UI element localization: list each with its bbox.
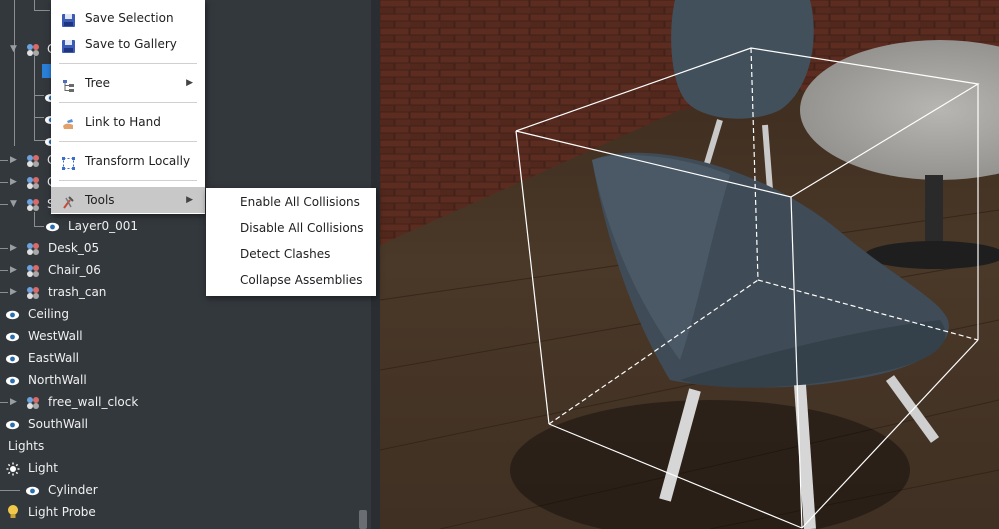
cluster-icon	[26, 197, 40, 211]
eye-icon	[5, 329, 19, 343]
expand-arrow-icon[interactable]: ▼	[10, 193, 20, 215]
tree-row[interactable]: SouthWall	[0, 413, 360, 435]
tree-item-label: Light	[28, 461, 58, 475]
floppy-icon	[61, 37, 76, 53]
menu-item-label: Save to Gallery	[85, 37, 177, 51]
tree-item-label: Chair_06	[48, 263, 101, 277]
submenu-item-detect-clashes[interactable]: Detect Clashes	[206, 241, 376, 267]
tree-connector	[34, 10, 50, 11]
eye-icon	[5, 307, 19, 321]
menu-item-tools[interactable]: Tools ▶	[51, 187, 205, 213]
tree-row[interactable]: EastWall	[0, 347, 360, 369]
tools-icon	[61, 193, 76, 209]
tree-scrollbar-thumb[interactable]	[359, 510, 367, 529]
context-menu: Save Selection Save to Gallery Tree ▶ Li…	[51, 0, 205, 214]
submenu-arrow-icon: ▶	[186, 78, 193, 88]
transform-icon	[61, 154, 76, 170]
menu-item-label: Disable All Collisions	[240, 221, 364, 235]
menu-item-label: Transform Locally	[85, 154, 191, 168]
tree-row[interactable]: Light	[0, 457, 360, 479]
cluster-icon	[26, 153, 40, 167]
menu-item-save-to-gallery[interactable]: Save to Gallery	[51, 31, 205, 57]
menu-item-save-selection[interactable]: Save Selection	[51, 5, 205, 31]
menu-item-label: Link to Hand	[85, 115, 161, 129]
menu-item-label: Tools	[85, 193, 115, 207]
cluster-icon	[26, 395, 40, 409]
expand-arrow-icon[interactable]: ▶	[10, 171, 20, 193]
expand-arrow-icon[interactable]: ▶	[10, 281, 20, 303]
bulb-icon	[6, 504, 20, 518]
scene-render	[380, 0, 999, 529]
submenu-arrow-icon: ▶	[186, 195, 193, 205]
tree-item-label: trash_can	[48, 285, 107, 299]
menu-separator	[59, 63, 197, 64]
eye-icon	[5, 417, 19, 431]
eye-icon	[5, 351, 19, 365]
sun-icon	[6, 461, 20, 476]
tree-row[interactable]: Light Probe	[0, 501, 360, 523]
menu-separator	[59, 102, 197, 103]
tree-row[interactable]: WestWall	[0, 325, 360, 347]
tree-group-label: Lights	[8, 439, 45, 453]
tree-item-label: WestWall	[28, 329, 83, 343]
floppy-icon	[61, 11, 76, 27]
menu-separator	[59, 180, 197, 181]
eye-icon	[5, 373, 19, 387]
tree-item-label: free_wall_clock	[48, 395, 139, 409]
tree-item-label: Cylinder	[48, 483, 98, 497]
expand-arrow-icon[interactable]: ▶	[10, 237, 20, 259]
tree-row[interactable]: Ceiling	[0, 303, 360, 325]
menu-item-label: Tree	[85, 76, 111, 90]
tree-icon	[61, 76, 76, 92]
cluster-icon	[26, 175, 40, 189]
tree-item-label: NorthWall	[28, 373, 87, 387]
tree-row[interactable]: NorthWall	[0, 369, 360, 391]
expand-arrow-icon[interactable]: ▶	[10, 391, 20, 413]
menu-item-label: Save Selection	[85, 11, 174, 25]
tree-item-label: Desk_05	[48, 241, 100, 255]
tree-group-header[interactable]: Lights	[0, 435, 360, 457]
3d-viewport[interactable]	[380, 0, 999, 529]
menu-item-transform-locally[interactable]: Transform Locally	[51, 148, 205, 174]
menu-separator	[59, 141, 197, 142]
cluster-icon	[26, 263, 40, 277]
cluster-icon	[26, 241, 40, 255]
tree-item-label: SouthWall	[28, 417, 88, 431]
tree-item-label: Layer0_001	[68, 219, 138, 233]
submenu-item-collapse-assemblies[interactable]: Collapse Assemblies	[206, 267, 376, 293]
expand-arrow-icon[interactable]: ▶	[10, 259, 20, 281]
tools-submenu: Enable All Collisions Disable All Collis…	[206, 188, 376, 296]
tree-item-label: Ceiling	[28, 307, 69, 321]
submenu-item-disable-all-collisions[interactable]: Disable All Collisions	[206, 215, 376, 241]
tree-row[interactable]: ▶ free_wall_clock	[0, 391, 360, 413]
tree-connector	[34, 0, 35, 10]
menu-item-label: Detect Clashes	[240, 247, 331, 261]
tree-item-label: EastWall	[28, 351, 80, 365]
tree-item-label: Light Probe	[28, 505, 96, 519]
expand-arrow-icon[interactable]: ▶	[10, 149, 20, 171]
menu-item-label: Enable All Collisions	[240, 195, 360, 209]
eye-icon	[45, 219, 59, 233]
submenu-item-enable-all-collisions[interactable]: Enable All Collisions	[206, 189, 376, 215]
eye-icon	[25, 483, 39, 497]
cluster-icon	[26, 285, 40, 299]
menu-item-link-to-hand[interactable]: Link to Hand	[51, 109, 205, 135]
hand-icon	[61, 115, 76, 130]
menu-item-tree[interactable]: Tree ▶	[51, 70, 205, 96]
expand-arrow-icon[interactable]: ▼	[10, 38, 20, 60]
cluster-icon	[26, 42, 40, 56]
tree-row[interactable]: Cylinder	[0, 479, 360, 501]
menu-item-label: Collapse Assemblies	[240, 273, 363, 287]
